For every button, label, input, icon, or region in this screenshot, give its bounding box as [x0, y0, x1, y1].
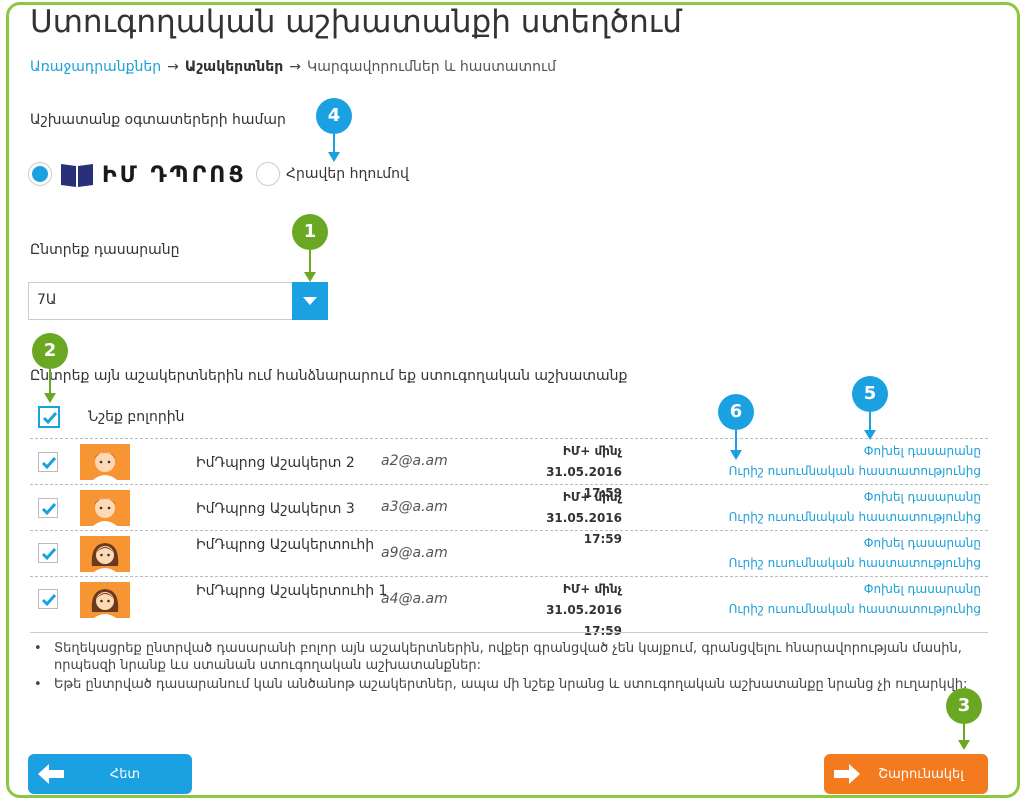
row-actions: Փոխել դասարանը Ուրիշ ուսումնական հաստատո…	[729, 579, 981, 619]
checkmark-icon	[42, 412, 58, 425]
subscription-date: ԻՄ+ մինչ 31.05.2016	[546, 490, 622, 525]
row-actions: Փոխել դասարանը Ուրիշ ուսումնական հաստատո…	[729, 487, 981, 527]
row-actions: Փոխել դասարանը Ուրիշ ուսումնական հաստատո…	[729, 441, 981, 481]
callout-arrow-icon	[730, 430, 742, 460]
checkmark-icon	[41, 548, 57, 561]
change-class-link[interactable]: Փոխել դասարանը	[729, 533, 981, 553]
subscription-date: ԻՄ+ մինչ 31.05.2016	[546, 582, 622, 617]
subscription-date: ԻՄ+ մինչ 31.05.2016	[546, 444, 622, 479]
subscription-time: 17:59	[583, 532, 622, 546]
breadcrumb-arrow-icon: →	[167, 59, 179, 75]
student-name: ԻմԴպրոց Աշակերտուհի 1	[196, 583, 388, 599]
breadcrumb: Առաջադրանքներ → Աշակերտներ → Կարգավորումներ …	[30, 59, 556, 75]
radio-im-dprots[interactable]	[28, 162, 52, 186]
chevron-down-icon[interactable]	[292, 282, 328, 320]
student-name: ԻմԴպրոց Աշակերտ 2	[196, 455, 355, 471]
avatar	[80, 582, 130, 618]
select-all-checkbox[interactable]	[38, 406, 60, 428]
callout-arrow-icon	[864, 412, 876, 440]
notes-list: Տեղեկացրեք ընտրված դասարանի բոլոր այն աշ…	[34, 640, 974, 695]
back-button[interactable]: Հետ	[28, 754, 192, 794]
callout-5: 5	[852, 376, 888, 412]
student-email: a3@a.am	[381, 499, 448, 515]
callout-3: 3	[946, 688, 982, 724]
student-checkbox[interactable]	[38, 543, 58, 563]
remove-confirmation-link[interactable]: Ուրիշ ուսումնական հաստատությունից	[729, 507, 981, 527]
class-select-value: 7Ա	[37, 292, 57, 308]
breadcrumb-students: Աշակերտներ	[184, 59, 284, 75]
select-class-label: Ընտրեք դասարանը	[30, 242, 180, 258]
book-icon	[60, 162, 94, 188]
divider	[30, 484, 988, 485]
callout-2: 2	[32, 333, 68, 369]
avatar	[80, 536, 130, 572]
divider	[30, 576, 988, 577]
breadcrumb-settings: Կարգավորումներ և հաստատում	[306, 59, 557, 75]
callout-1: 1	[292, 214, 328, 250]
student-checkbox[interactable]	[38, 452, 58, 472]
subscription-info: ԻՄ+ մինչ 31.05.2016 17:59	[488, 487, 622, 550]
callout-arrow-icon	[328, 134, 340, 162]
checkmark-icon	[41, 594, 57, 607]
radio-invite-link[interactable]	[256, 162, 280, 186]
change-class-link[interactable]: Փոխել դասարանը	[729, 579, 981, 599]
avatar	[80, 490, 130, 526]
callout-arrow-icon	[304, 250, 316, 282]
divider	[30, 530, 988, 531]
back-button-label: Հետ	[109, 766, 141, 782]
next-button[interactable]: Շարունակել	[824, 754, 988, 794]
breadcrumb-tasks-link[interactable]: Առաջադրանքներ	[30, 59, 161, 75]
student-email: a9@a.am	[381, 545, 448, 561]
remove-confirmation-link[interactable]: Ուրիշ ուսումնական հաստատությունից	[729, 553, 981, 573]
class-select[interactable]: 7Ա	[28, 282, 328, 320]
breadcrumb-arrow-icon: →	[289, 59, 301, 75]
remove-confirmation-link[interactable]: Ուրիշ ուսումնական հաստատությունից	[729, 599, 981, 619]
note-item: Տեղեկացրեք ընտրված դասարանի բոլոր այն աշ…	[34, 640, 974, 674]
remove-confirmation-link[interactable]: Ուրիշ ուսումնական հաստատությունից	[729, 461, 981, 481]
callout-4: 4	[316, 98, 352, 134]
student-name: ԻմԴպրոց Աշակերտ 3	[196, 501, 355, 517]
divider	[30, 438, 988, 439]
assignment-for-label: Աշխատանք օգտատերերի համար	[30, 112, 286, 128]
student-checkbox[interactable]	[38, 498, 58, 518]
select-students-label: Ընտրեք այն աշակերտներին ում հանձնարարում…	[30, 368, 628, 384]
avatar	[80, 444, 130, 480]
note-item: Եթե ընտրված դասարանում կան անծանոթ աշակե…	[34, 676, 974, 693]
callout-arrow-icon	[958, 724, 970, 750]
invite-link-label: Հրավեր հղումով	[286, 166, 409, 182]
divider	[30, 632, 988, 633]
student-checkbox[interactable]	[38, 589, 58, 609]
change-class-link[interactable]: Փոխել դասարանը	[729, 441, 981, 461]
row-actions: Փոխել դասարանը Ուրիշ ուսումնական հաստատո…	[729, 533, 981, 573]
next-button-label: Շարունակել	[878, 766, 964, 782]
student-name: ԻմԴպրոց Աշակերտուհի	[196, 537, 375, 553]
im-dprots-logo: ԻՄ ԴՊՐՈՑ	[60, 160, 247, 190]
callout-6: 6	[718, 394, 754, 430]
checkmark-icon	[41, 503, 57, 516]
student-email: a4@a.am	[381, 591, 448, 607]
change-class-link[interactable]: Փոխել դասարանը	[729, 487, 981, 507]
student-email: a2@a.am	[381, 453, 448, 469]
page-title: Ստուգողական աշխատանքի ստեղծում	[30, 4, 682, 40]
callout-arrow-icon	[44, 369, 56, 403]
logo-text: ԻՄ ԴՊՐՈՑ	[102, 162, 247, 188]
select-all-label: Նշեք բոլորին	[88, 409, 185, 425]
checkmark-icon	[41, 457, 57, 470]
